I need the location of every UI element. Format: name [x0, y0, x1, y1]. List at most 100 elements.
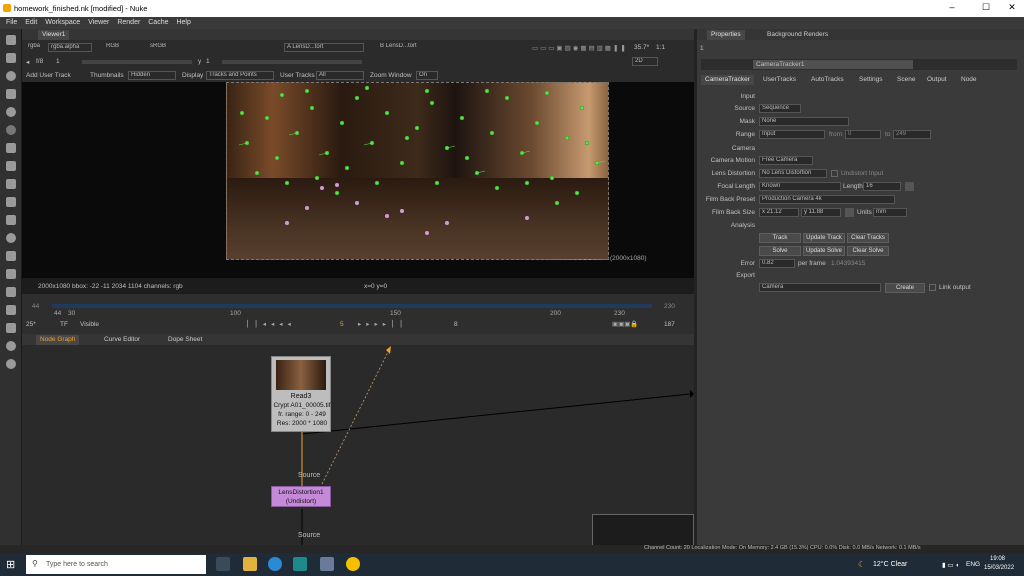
subtab-output[interactable]: Output [923, 75, 951, 85]
track-button[interactable]: Track [759, 233, 801, 243]
color-nodes-icon[interactable] [6, 107, 16, 117]
nuke-taskbar-icon[interactable] [346, 557, 360, 571]
last-frame[interactable]: 187 [664, 321, 675, 328]
read3-node[interactable]: Read3 Crypt A01_00005.tif fr. range: 0 -… [271, 356, 331, 432]
viewer-image[interactable] [226, 82, 609, 260]
menu-workspace[interactable]: Workspace [45, 17, 80, 29]
maximize-button[interactable]: ☐ [976, 2, 996, 13]
particles-nodes-icon[interactable] [6, 215, 16, 225]
node-name-field[interactable]: CameraTracker1 [753, 60, 913, 69]
input-b-select[interactable]: B LensD...tort [378, 43, 438, 52]
deep-nodes-icon[interactable] [6, 233, 16, 243]
solve-button[interactable]: Solve [759, 246, 801, 256]
frame-step[interactable]: 8 [454, 321, 458, 328]
alpha-select[interactable]: rgba.alpha [48, 43, 92, 52]
view-mode-select[interactable]: 2D [632, 57, 658, 66]
maya-icon[interactable] [293, 557, 307, 571]
close-button[interactable]: ✕ [1002, 2, 1022, 13]
timeline-track[interactable] [52, 304, 652, 308]
lensdistortion1-node[interactable]: LensDistortion1 (Undistort) [271, 486, 331, 507]
track-points-overlay[interactable] [227, 83, 609, 260]
menu-edit[interactable]: Edit [25, 17, 37, 29]
gain-slider[interactable] [82, 60, 192, 64]
menu-viewer[interactable]: Viewer [88, 17, 109, 29]
gamma-slider[interactable] [222, 60, 362, 64]
views-nodes-icon[interactable] [6, 251, 16, 261]
menu-file[interactable]: File [6, 17, 17, 29]
timeline-tool-icons[interactable]: ▣▣▣🔒 [612, 320, 639, 328]
to-field[interactable]: 249 [893, 130, 931, 139]
input-a-select[interactable]: A LensD...tort [284, 43, 364, 52]
app-window-icon[interactable] [320, 557, 334, 571]
transform-nodes-icon[interactable] [6, 179, 16, 189]
clear-tracks-button[interactable]: Clear Tracks [847, 233, 889, 243]
lut-select[interactable]: sRGB [148, 43, 188, 52]
tf-select[interactable]: TF [60, 321, 68, 328]
add-user-track-button[interactable]: Add User Track [26, 72, 71, 79]
viewer-tool-icons[interactable]: ▭▭▭▣▨◉▦▤▥▦❚❚ [532, 44, 628, 52]
range-select[interactable]: Input [759, 130, 825, 139]
subtab-cameratracker[interactable]: CameraTracker [701, 75, 754, 85]
clock-date[interactable]: 15/03/2022 [984, 565, 1014, 571]
frame-increment[interactable]: 1 [56, 58, 60, 65]
display-select[interactable]: Tracks and Points [206, 71, 274, 80]
playback-controls[interactable]: ⎮⎮◂◂◂◂ [246, 320, 296, 328]
zoom-window-select[interactable]: On [416, 71, 438, 80]
playback-forward-controls[interactable]: ▸▸▸▸⎮⎮ [358, 320, 408, 328]
length-animation-icon[interactable] [905, 182, 914, 191]
graph-navigator[interactable] [592, 514, 694, 546]
camera-motion-select[interactable]: Free Camera [759, 156, 813, 165]
film-size-animation-icon[interactable] [845, 208, 854, 217]
language-indicator[interactable]: ENG [966, 561, 980, 568]
subtab-settings[interactable]: Settings [855, 75, 887, 85]
channel-nodes-icon[interactable] [6, 89, 16, 99]
current-frame[interactable]: 5 [340, 321, 344, 328]
subtab-node[interactable]: Node [957, 75, 981, 85]
fps-select[interactable]: 25* [26, 321, 36, 328]
draw-nodes-icon[interactable] [6, 53, 16, 63]
cara-vr-icon[interactable] [6, 341, 16, 351]
colorspace-select[interactable]: RGB [104, 43, 128, 52]
file-explorer-icon[interactable] [243, 557, 257, 571]
start-icon[interactable]: ⊞ [6, 558, 15, 571]
zoom-value[interactable]: 35.7* [634, 44, 649, 51]
other-nodes-icon[interactable] [6, 305, 16, 315]
from-field[interactable]: 0 [845, 130, 881, 139]
user-tracks-select[interactable]: All [316, 71, 364, 80]
focal-length-select[interactable]: Known [759, 182, 841, 191]
edge-icon[interactable] [268, 557, 282, 571]
toolsets-icon[interactable] [6, 287, 16, 297]
weather-text[interactable]: 12°C Clear [873, 561, 907, 568]
filter-nodes-icon[interactable] [6, 125, 16, 135]
tab-properties[interactable]: Properties [707, 30, 745, 40]
properties-count[interactable]: 1 [700, 45, 704, 52]
image-nodes-icon[interactable] [6, 35, 16, 45]
system-tray-icons[interactable]: ▮ ▭ ◖ [942, 561, 959, 569]
clear-solve-button[interactable]: Clear Solve [847, 246, 889, 256]
update-solve-button[interactable]: Update Solve [803, 246, 845, 256]
film-back-y-field[interactable]: y 11.88 [801, 208, 841, 217]
3d-nodes-icon[interactable] [6, 197, 16, 207]
link-output-checkbox[interactable] [929, 284, 936, 291]
menu-help[interactable]: Help [176, 17, 190, 29]
tab-viewer1[interactable]: Viewer1 [38, 30, 70, 40]
mask-select[interactable]: None [759, 117, 849, 126]
task-view-icon[interactable] [216, 557, 230, 571]
metadata-nodes-icon[interactable] [6, 269, 16, 279]
merge-nodes-icon[interactable] [6, 161, 16, 171]
subtab-scene[interactable]: Scene [893, 75, 919, 85]
visible-select[interactable]: Visible [80, 321, 99, 328]
fstop-value[interactable]: f/8 [36, 58, 43, 65]
clock-time[interactable]: 19:08 [990, 556, 1005, 562]
source-select[interactable]: Sequence [759, 104, 801, 113]
update-track-button[interactable]: Update Track [803, 233, 845, 243]
film-back-preset-select[interactable]: Production Camera 4k [759, 195, 895, 204]
time-nodes-icon[interactable] [6, 71, 16, 81]
create-button[interactable]: Create [885, 283, 925, 293]
tab-background-renders[interactable]: Background Renders [763, 30, 832, 40]
thumbnails-select[interactable]: Hidden [128, 71, 176, 80]
menu-render[interactable]: Render [117, 17, 140, 29]
keyer-nodes-icon[interactable] [6, 143, 16, 153]
furnace-nodes-icon[interactable] [6, 323, 16, 333]
export-select[interactable]: Camera [759, 283, 881, 292]
